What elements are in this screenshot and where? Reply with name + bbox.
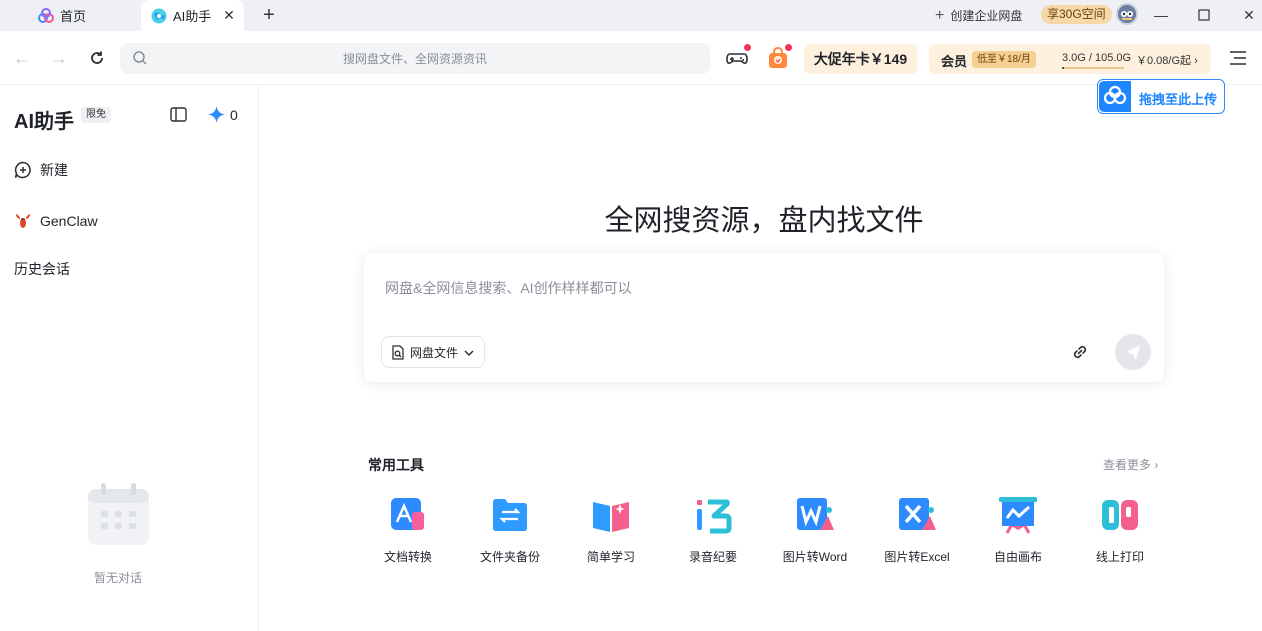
credits-count: 0 [230, 107, 238, 123]
image-to-word-icon [794, 494, 836, 536]
search-bar [120, 43, 710, 74]
image-to-excel-icon [896, 494, 938, 536]
toolbar: ← → 大促年卡￥149 会员 低至￥18/月 3.0G / 105.0G ￥0… [0, 31, 1262, 85]
ai-assistant-globe-icon [151, 8, 167, 24]
tab-home-label: 首页 [60, 9, 87, 24]
empty-calendar-icon [87, 481, 150, 546]
folder-backup-icon [489, 494, 531, 536]
common-tools-title: 常用工具 [368, 457, 424, 473]
netdisk-cloud-icon [1099, 81, 1131, 112]
recording-icon [692, 494, 734, 536]
genclaw-label: GenClaw [40, 213, 98, 229]
drag-upload-button[interactable]: 拖拽至此上传 [1097, 79, 1225, 114]
chat-input-placeholder[interactable]: 网盘&全网信息搜索、AI创作样样都可以 [385, 278, 632, 298]
avatar[interactable] [1116, 3, 1138, 25]
lobster-icon [14, 212, 32, 230]
book-icon [590, 494, 632, 536]
plus-icon: + [935, 6, 945, 24]
storage-offer-badge[interactable]: 享30G空间 [1041, 5, 1112, 24]
send-button[interactable] [1115, 334, 1151, 370]
notification-dot [744, 44, 751, 51]
close-tab-icon[interactable]: ✕ [222, 8, 236, 22]
chat-input-box[interactable]: 网盘&全网信息搜索、AI创作样样都可以 网盘文件 [364, 253, 1164, 382]
tool-folder-backup[interactable]: 文件夹备份 [460, 494, 560, 565]
forward-arrow-icon[interactable]: → [49, 48, 69, 68]
menu-icon[interactable] [1229, 50, 1247, 66]
new-chat-button[interactable]: 新建 [14, 160, 68, 180]
tool-label: 文档转换 [383, 550, 432, 564]
sparkle-credits-icon[interactable] [208, 106, 225, 123]
tab-ai-assistant[interactable]: AI助手 ✕ [141, 0, 244, 31]
new-chat-icon [14, 161, 32, 179]
view-more-link[interactable]: 查看更多 › [1103, 456, 1158, 473]
tool-image-to-word[interactable]: 图片转Word [765, 494, 865, 565]
canvas-icon [997, 494, 1039, 536]
page-title: 全网搜资源，盘内找文件 [604, 205, 924, 237]
sidebar-title: AI助手 [14, 111, 74, 133]
vip-label: 会员 [941, 54, 968, 69]
tool-label: 图片转Excel [884, 550, 950, 564]
create-enterprise-label: 创建企业网盘 [950, 9, 1023, 23]
annual-card-promo-button[interactable]: 大促年卡￥149 [804, 44, 917, 74]
empty-history-label: 暂无对话 [93, 571, 142, 585]
notification-dot [785, 44, 792, 51]
close-window-icon[interactable]: ✕ [1239, 5, 1259, 25]
file-search-icon [390, 344, 405, 360]
doc-convert-icon [387, 494, 429, 536]
upload-label: 拖拽至此上传 [1139, 92, 1218, 107]
search-input[interactable] [120, 43, 710, 74]
free-tag-badge: 限免 [81, 107, 111, 123]
create-enterprise-button[interactable]: + 创建企业网盘 [935, 0, 1022, 31]
storage-usage-bar [1062, 67, 1124, 69]
tool-label: 自由画布 [993, 550, 1042, 564]
tool-recording-notes[interactable]: 录音纪要 [663, 494, 763, 565]
print-icon [1099, 494, 1141, 536]
tool-doc-convert[interactable]: 文档转换 [358, 494, 458, 565]
history-section-label: 历史会话 [14, 261, 70, 277]
tool-online-print[interactable]: 线上打印 [1070, 494, 1170, 565]
vip-price-badge: 低至￥18/月 [972, 51, 1036, 68]
tool-label: 录音纪要 [688, 550, 737, 564]
storage-usage-fill [1062, 67, 1064, 69]
tool-label: 线上打印 [1095, 550, 1144, 564]
vip-storage-panel[interactable]: 会员 低至￥18/月 3.0G / 105.0G ￥0.08/G起 › [929, 44, 1211, 74]
tool-free-canvas[interactable]: 自由画布 [968, 494, 1068, 565]
baidu-netdisk-logo-icon [38, 7, 54, 24]
search-scope-dropdown[interactable]: 网盘文件 [381, 336, 485, 368]
maximize-icon[interactable] [1194, 5, 1214, 25]
tool-label: 文件夹备份 [479, 550, 540, 564]
tab-ai-label: AI助手 [173, 9, 212, 24]
chevron-down-icon [464, 347, 474, 357]
back-arrow-icon[interactable]: ← [12, 48, 32, 68]
tool-image-to-excel[interactable]: 图片转Excel [867, 494, 967, 565]
tool-label: 图片转Word [782, 550, 848, 564]
refresh-icon[interactable] [87, 48, 107, 68]
storage-usage-text: 3.0G / 105.0G [1062, 52, 1132, 64]
storage-price-link[interactable]: ￥0.08/G起 › [1136, 52, 1198, 68]
search-scope-label: 网盘文件 [410, 345, 459, 360]
minimize-icon[interactable]: — [1151, 5, 1171, 25]
tab-bar: 首页 AI助手 ✕ + + 创建企业网盘 享30G空间 — ✕ [0, 0, 1262, 31]
sidebar-item-genclaw[interactable]: GenClaw [14, 212, 98, 230]
tool-simple-learning[interactable]: 简单学习 [561, 494, 661, 565]
tool-label: 简单学习 [586, 550, 635, 564]
sidebar-toggle-icon[interactable] [170, 107, 187, 122]
sidebar: AI助手 限免 0 新建 GenClaw 历史会话 暂无对话 [0, 85, 259, 631]
new-chat-label: 新建 [40, 162, 68, 178]
new-tab-icon[interactable]: + [259, 5, 279, 25]
tab-home[interactable]: 首页 [0, 0, 140, 31]
attachment-link-icon[interactable] [1071, 343, 1089, 361]
